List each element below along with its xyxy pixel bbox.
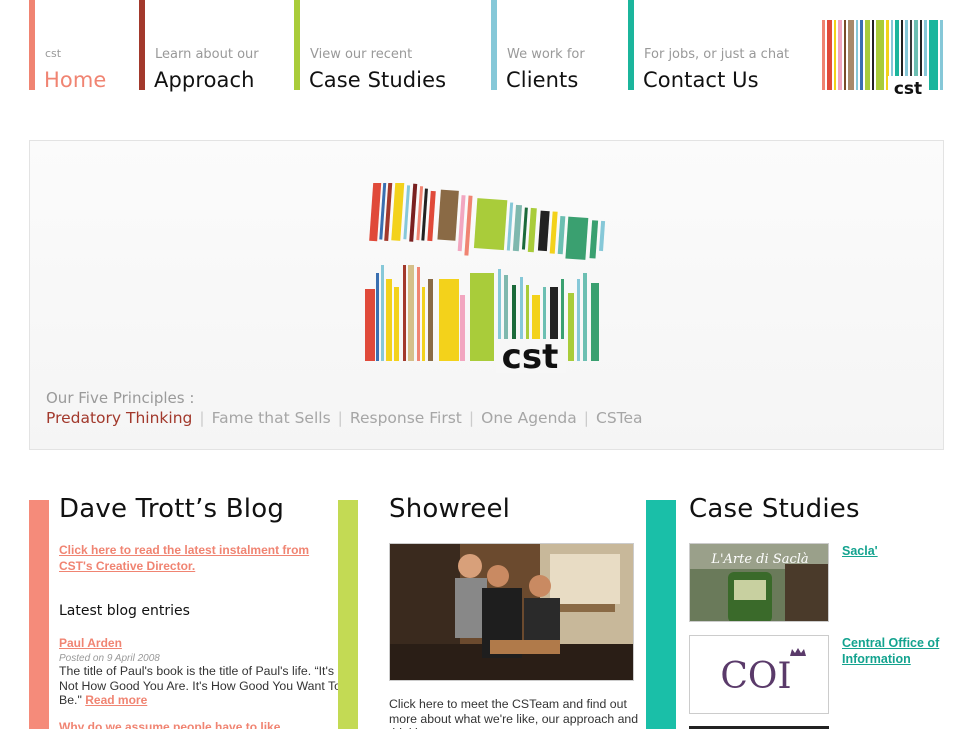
showreel-photo	[390, 544, 633, 680]
principle-predatory-thinking[interactable]: Predatory Thinking	[46, 409, 192, 427]
coi-logo: COI	[690, 636, 828, 713]
nav-contact-us-subtitle: For jobs, or just a chat	[644, 47, 790, 62]
case-study-sacla-thumbnail[interactable]: L'Arte di Saclà	[689, 543, 829, 622]
blog-entry-title[interactable]: Why do we assume people have to like	[59, 720, 280, 729]
blog-title: Dave Trott’s Blog	[59, 494, 285, 524]
case-studies-color-bar	[646, 500, 676, 729]
showreel-thumbnail[interactable]	[389, 543, 634, 681]
read-more-link[interactable]: Read more	[85, 693, 147, 707]
case-study-sacla-link[interactable]: Sacla'	[842, 543, 878, 559]
case-study-coi-thumbnail[interactable]: COI	[689, 635, 829, 714]
nav-home-subtitle: cst	[45, 47, 62, 60]
nav-contact-us-title: Contact Us	[643, 68, 759, 92]
sacla-image: L'Arte di Saclà	[690, 544, 828, 621]
cst-logo-text: cst	[894, 79, 922, 96]
nav-approach[interactable]: Learn about our Approach	[139, 0, 289, 92]
principle-fame-that-sells[interactable]: Fame that Sells	[212, 409, 331, 427]
nav-home[interactable]: cst Home	[29, 0, 134, 92]
coi-logo-text: COI	[720, 656, 791, 697]
cst-logo[interactable]: cst	[822, 20, 944, 96]
hero-panel: cst Our Five Principles : Predatory Thin…	[29, 140, 944, 450]
nav-clients[interactable]: We work for Clients	[491, 0, 621, 92]
blog-latest-link[interactable]: Click here to read the latest instalment…	[59, 543, 309, 573]
separator: |	[199, 409, 205, 427]
top-navigation: cst Home Learn about our Approach View o…	[0, 0, 972, 100]
separator: |	[468, 409, 475, 427]
showreel-color-bar	[338, 500, 358, 729]
hero-logo-text: cst	[502, 337, 559, 373]
nav-approach-title: Approach	[154, 68, 255, 92]
nav-clients-subtitle: We work for	[507, 47, 585, 62]
showreel-title: Showreel	[389, 494, 511, 524]
principles-label: Our Five Principles :	[46, 389, 195, 407]
principle-cstea[interactable]: CSTea	[596, 409, 643, 427]
principles-list: Predatory Thinking | Fame that Sells | Respo…	[46, 409, 643, 427]
nav-home-title: Home	[44, 68, 107, 92]
blog-entry-date: Posted on 9 April 2008	[59, 653, 160, 664]
sacla-thumb-text: L'Arte di Saclà	[710, 552, 808, 567]
blog-entry-title[interactable]: Paul Arden	[59, 636, 122, 650]
nav-approach-subtitle: Learn about our	[155, 47, 259, 62]
nav-case-studies-subtitle: View our recent	[310, 47, 413, 62]
blog-color-bar	[29, 500, 49, 729]
principle-response-first[interactable]: Response First	[350, 409, 462, 427]
separator: |	[337, 409, 343, 427]
blog-intro: Click here to read the latest instalment…	[59, 542, 339, 573]
hero-cst-logo: cst	[365, 183, 606, 373]
principle-one-agenda[interactable]: One Agenda	[481, 409, 577, 427]
case-study-coi-link[interactable]: Central Office of Information	[842, 635, 942, 667]
case-studies-title: Case Studies	[689, 494, 860, 524]
latest-entries-heading: Latest blog entries	[59, 603, 190, 619]
showreel-description[interactable]: Click here to meet the CSTeam and find o…	[389, 697, 647, 729]
blog-entry-excerpt: The title of Paul's book is the title of…	[59, 664, 341, 708]
separator: |	[583, 409, 589, 427]
nav-contact-us[interactable]: For jobs, or just a chat Contact Us	[628, 0, 813, 92]
nav-case-studies-title: Case Studies	[309, 68, 447, 92]
nav-clients-title: Clients	[506, 68, 579, 92]
nav-case-studies[interactable]: View our recent Case Studies	[294, 0, 484, 92]
